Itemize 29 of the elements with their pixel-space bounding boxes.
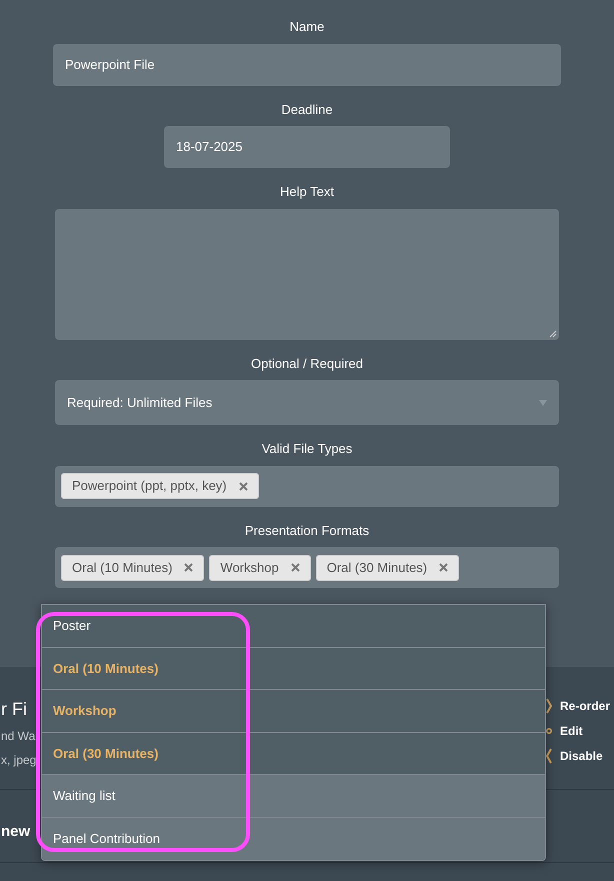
dropdown-option[interactable]: Panel Contribution <box>42 818 545 860</box>
section-title: r Fi <box>1 698 27 721</box>
dropdown-option[interactable]: Oral (10 Minutes) <box>42 648 545 690</box>
field-label: Valid File Types <box>262 440 352 458</box>
description-text: nd Wa <box>1 728 36 745</box>
dropdown-option[interactable]: Poster <box>42 605 545 648</box>
tag-label: Workshop <box>220 558 279 577</box>
tags-field[interactable]: Oral (10 Minutes) Workshop Oral (30 Minutes) <box>55 547 559 588</box>
dropdown-option[interactable]: Waiting list <box>42 775 545 818</box>
tag-label: Powerpoint (ppt, pptx, key) <box>72 477 227 496</box>
field-label: Presentation Formats <box>244 522 370 540</box>
select-field[interactable]: Required: Unlimited Files <box>55 380 559 425</box>
description-text: x, jpeg <box>1 752 36 769</box>
section-title: new <box>1 823 30 840</box>
text-field[interactable]: Powerpoint File <box>53 44 561 86</box>
field-label: Deadline <box>281 100 333 118</box>
dropdown-option[interactable]: Oral (30 Minutes) <box>42 732 545 775</box>
tag-label: Oral (30 Minutes) <box>326 558 428 577</box>
select-value: Required: Unlimited Files <box>67 394 212 412</box>
date-field[interactable]: 18-07-2025 <box>164 126 450 168</box>
field-label: Help Text <box>280 183 334 201</box>
field-label: Name <box>290 18 324 36</box>
field-label: Optional / Required <box>250 354 363 373</box>
tags-field[interactable]: Powerpoint (ppt, pptx, key) <box>55 466 559 506</box>
action-link[interactable]: Disable <box>560 747 603 765</box>
action-link[interactable]: Edit <box>560 722 583 740</box>
action-link[interactable]: Re-order <box>560 697 610 715</box>
tag-label: Oral (10 Minutes) <box>72 558 172 577</box>
dropdown-option[interactable]: Workshop <box>42 690 545 732</box>
